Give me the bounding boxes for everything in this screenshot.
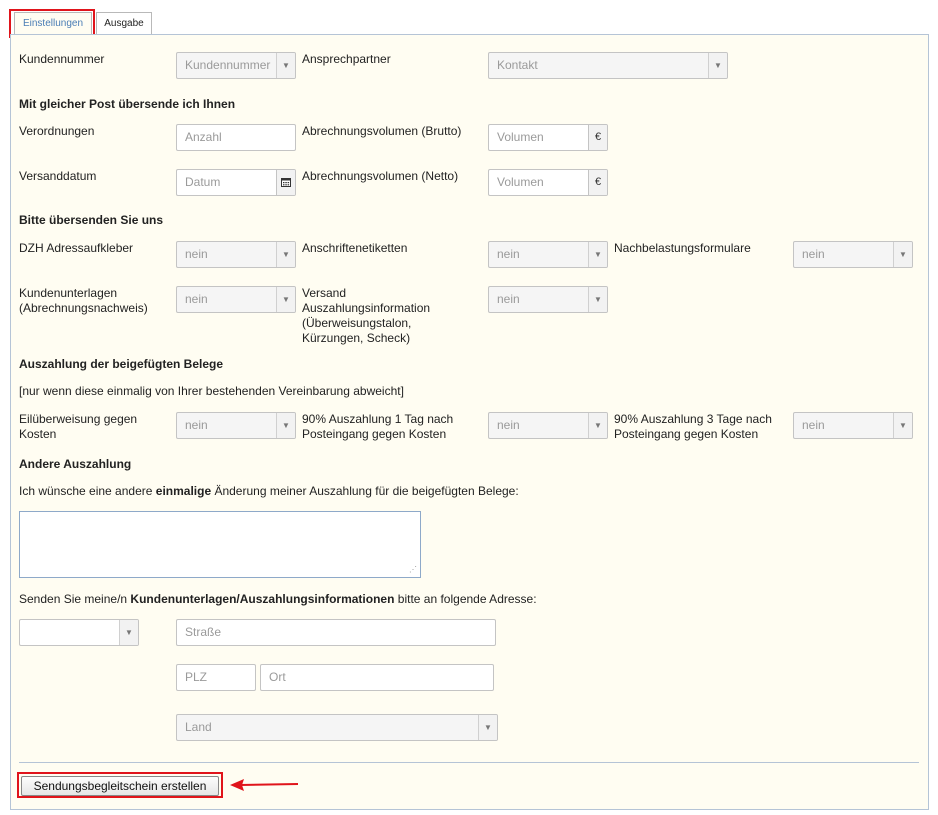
kundennummer-label: Kundennummer — [19, 52, 105, 66]
strasse-input[interactable]: Straße — [176, 619, 496, 646]
plz-input[interactable]: PLZ — [176, 664, 256, 691]
p3-select-value: nein — [802, 418, 825, 432]
other-text: Ich wünsche eine andere einmalige Änderu… — [19, 484, 519, 499]
resize-grip-icon[interactable]: ⋰ — [409, 566, 417, 574]
p1-label: 90% Auszahlung 1 Tag nach Posteingang ge… — [302, 412, 454, 441]
other-text-post: Änderung meiner Auszahlung für die beige… — [211, 484, 519, 498]
chevron-down-icon: ▼ — [276, 287, 295, 312]
netto-volumen-placeholder: Volumen — [497, 175, 544, 189]
chevron-down-icon: ▼ — [588, 242, 607, 267]
post-heading: Mit gleicher Post übersende ich Ihnen — [19, 97, 236, 111]
euro-icon: € — [588, 125, 607, 150]
ansprechpartner-label: Ansprechpartner — [302, 52, 391, 66]
kundenunterlagen-select[interactable]: nein ▼ — [176, 286, 296, 313]
land-select-value: Land — [185, 720, 212, 734]
nachbelastung-select[interactable]: nein ▼ — [793, 241, 913, 268]
other-heading: Andere Auszahlung — [19, 457, 132, 471]
chevron-down-icon: ▼ — [276, 53, 295, 78]
chevron-down-icon: ▼ — [119, 620, 138, 645]
p3-label: 90% Auszahlung 3 Tage nach Posteingang g… — [614, 412, 772, 441]
button-highlight-box — [17, 772, 223, 798]
nachbelastung-select-value: nein — [802, 247, 825, 261]
other-textarea[interactable]: ⋰ — [19, 511, 421, 578]
netto-label: Abrechnungsvolumen (Netto) — [302, 169, 459, 183]
datum-input[interactable]: Datum — [176, 169, 296, 196]
other-text-bold: einmalige — [155, 484, 212, 498]
chevron-down-icon: ▼ — [708, 53, 727, 78]
send-heading: Bitte übersenden Sie uns — [19, 213, 164, 227]
versand-select-value: nein — [497, 292, 520, 306]
kontakt-select[interactable]: Kontakt ▼ — [488, 52, 728, 79]
dzh-label: DZH Adressaufkleber — [19, 241, 134, 255]
chevron-down-icon: ▼ — [276, 413, 295, 438]
versanddatum-label: Versanddatum — [19, 169, 97, 183]
euro-icon: € — [588, 170, 607, 195]
chevron-down-icon: ▼ — [588, 287, 607, 312]
payout-note: [nur wenn diese einmalig von Ihrer beste… — [19, 384, 404, 398]
address-text: Senden Sie meine/n Kundenunterlagen/Ausz… — [19, 592, 537, 607]
divider — [19, 762, 919, 763]
ort-input[interactable]: Ort — [260, 664, 494, 691]
eil-select[interactable]: nein ▼ — [176, 412, 296, 439]
address-text-post: bitte an folgende Adresse: — [394, 592, 537, 606]
eil-select-value: nein — [185, 418, 208, 432]
datum-placeholder: Datum — [185, 175, 221, 189]
anschriften-select-value: nein — [497, 247, 520, 261]
p1-select[interactable]: nein ▼ — [488, 412, 608, 439]
land-select[interactable]: Land ▼ — [176, 714, 498, 741]
calendar-icon[interactable] — [276, 170, 295, 195]
nachbelastung-label: Nachbelastungsformulare — [614, 241, 751, 255]
anschriften-label: Anschriftenetiketten — [302, 241, 408, 255]
kundennummer-select[interactable]: Kundennummer ▼ — [176, 52, 296, 79]
address-text-bold: Kundenunterlagen/Auszahlungsinformatione… — [130, 592, 395, 606]
red-arrow-icon — [230, 779, 299, 791]
payout-heading: Auszahlung der beigefügten Belege — [19, 357, 224, 371]
tab-ausgabe[interactable]: Ausgabe — [96, 12, 152, 34]
dzh-select-value: nein — [185, 247, 208, 261]
chevron-down-icon: ▼ — [893, 242, 912, 267]
chevron-down-icon: ▼ — [893, 413, 912, 438]
anzahl-input[interactable]: Anzahl — [176, 124, 296, 151]
other-text-pre: Ich wünsche eine andere — [19, 484, 156, 498]
kundennummer-select-value: Kundennummer — [185, 58, 271, 72]
chevron-down-icon: ▼ — [588, 413, 607, 438]
brutto-label: Abrechnungsvolumen (Brutto) — [302, 124, 462, 138]
chevron-down-icon: ▼ — [478, 715, 497, 740]
eil-label: Eilüberweisung gegen Kosten — [19, 412, 138, 441]
chevron-down-icon: ▼ — [276, 242, 295, 267]
kundenunterlagen-select-value: nein — [185, 292, 208, 306]
netto-volumen-input[interactable]: Volumen € — [488, 169, 608, 196]
verordnungen-label: Verordnungen — [19, 124, 95, 138]
versand-select[interactable]: nein ▼ — [488, 286, 608, 313]
salutation-select[interactable]: ▼ — [19, 619, 139, 646]
address-text-pre: Senden Sie meine/n — [19, 592, 131, 606]
p1-select-value: nein — [497, 418, 520, 432]
kontakt-select-value: Kontakt — [497, 58, 538, 72]
brutto-volumen-placeholder: Volumen — [497, 130, 544, 144]
versand-label: Versand Auszahlungsinformation (Überweis… — [302, 286, 431, 345]
brutto-volumen-input[interactable]: Volumen € — [488, 124, 608, 151]
dzh-select[interactable]: nein ▼ — [176, 241, 296, 268]
kundenunterlagen-label: Kundenunterlagen (Abrechnungsnachweis) — [19, 286, 148, 315]
p3-select[interactable]: nein ▼ — [793, 412, 913, 439]
anschriften-select[interactable]: nein ▼ — [488, 241, 608, 268]
